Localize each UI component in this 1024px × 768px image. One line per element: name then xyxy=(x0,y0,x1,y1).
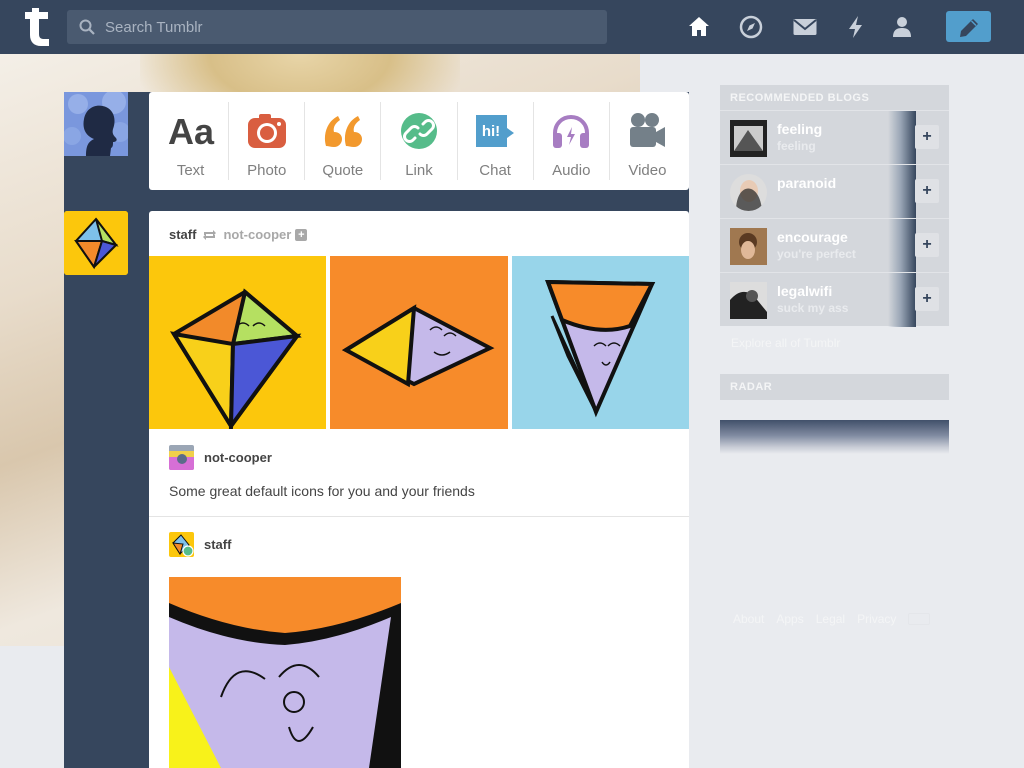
fade-overlay xyxy=(888,273,916,327)
tumblr-logo[interactable] xyxy=(16,6,52,48)
fade-overlay xyxy=(888,111,916,165)
dashboard-post: staff not-cooper + not-cooper Some great… xyxy=(149,211,689,768)
post-type-link[interactable]: Link xyxy=(381,102,458,180)
top-navigation-bar xyxy=(0,0,1024,54)
post-type-label: Audio xyxy=(552,162,591,179)
explore-icon[interactable] xyxy=(738,14,764,40)
photoset-image[interactable] xyxy=(512,256,689,429)
recommended-blogs-heading: RECOMMENDED BLOGS xyxy=(720,85,949,111)
blog-name: feeling xyxy=(777,121,823,137)
staff-avatar[interactable] xyxy=(64,211,128,275)
blog-name: legalwifi xyxy=(777,283,833,299)
follow-blog-button[interactable]: + xyxy=(915,233,939,257)
blog-avatar xyxy=(730,282,767,319)
quote-icon xyxy=(318,106,368,156)
post-caption: Some great default icons for you and you… xyxy=(169,483,475,499)
svg-text:Aa: Aa xyxy=(168,111,215,151)
headphones-icon xyxy=(546,106,596,156)
photoset-image[interactable] xyxy=(149,256,326,429)
reblog-icon xyxy=(203,229,217,240)
post-type-chat[interactable]: hi! Chat xyxy=(458,102,534,180)
reblogger-name[interactable]: not-cooper xyxy=(204,450,272,465)
footer-link-about[interactable]: About xyxy=(733,612,764,626)
footer-links: About Apps Legal Privacy xyxy=(733,612,931,626)
recommended-blog[interactable]: legalwifi suck my ass + xyxy=(720,272,949,327)
chat-icon: hi! xyxy=(470,106,520,156)
fade-overlay xyxy=(888,219,916,273)
search-input[interactable] xyxy=(105,10,595,44)
explore-all-link[interactable]: Explore all of Tumblr xyxy=(731,336,840,350)
reblog-trail-item: not-cooper xyxy=(169,445,272,470)
blog-avatar xyxy=(730,228,767,265)
blog-title: feeling xyxy=(777,139,816,153)
photoset xyxy=(149,256,689,429)
post-type-label: Video xyxy=(628,162,667,179)
keyboard-shortcuts-icon[interactable] xyxy=(908,613,931,625)
messages-icon[interactable] xyxy=(792,14,818,40)
text-icon: Aa xyxy=(166,106,216,156)
divider xyxy=(149,516,689,517)
home-icon[interactable] xyxy=(686,14,712,40)
post-type-text[interactable]: Aa Text xyxy=(153,102,230,180)
blog-title: suck my ass xyxy=(777,301,849,315)
recommended-blogs-list: feeling feeling + paranoid + encourage y… xyxy=(720,110,949,327)
blog-title: you're perfect xyxy=(777,247,856,261)
post-type-label: Text xyxy=(176,162,205,179)
photoset-image[interactable] xyxy=(330,256,508,429)
recommended-blog[interactable]: encourage you're perfect + xyxy=(720,218,949,273)
follow-blog-button[interactable]: + xyxy=(915,179,939,203)
post-image[interactable] xyxy=(169,577,401,768)
follow-blog-button[interactable]: + xyxy=(915,125,939,149)
follow-plus-icon[interactable]: + xyxy=(295,228,308,241)
camera-icon xyxy=(242,106,292,156)
post-type-label: Chat xyxy=(479,162,511,179)
blog-name: paranoid xyxy=(777,175,837,191)
footer-link-apps[interactable]: Apps xyxy=(776,612,803,626)
post-type-quote[interactable]: Quote xyxy=(305,102,382,180)
post-type-label: Link xyxy=(405,162,433,179)
search-box[interactable] xyxy=(67,10,607,44)
post-type-audio[interactable]: Audio xyxy=(534,102,610,180)
post-type-video[interactable]: Video xyxy=(610,102,685,180)
reblogger-avatar[interactable] xyxy=(169,445,194,470)
recommended-blog[interactable]: paranoid + xyxy=(720,164,949,219)
footer-link-privacy[interactable]: Privacy xyxy=(857,612,896,626)
compose-button[interactable] xyxy=(946,11,991,42)
account-icon[interactable] xyxy=(889,14,915,40)
recommended-blog[interactable]: feeling feeling + xyxy=(720,110,949,165)
radar-heading: RADAR xyxy=(720,374,949,400)
follow-blog-button[interactable]: + xyxy=(915,287,939,311)
link-icon xyxy=(394,106,444,156)
radar-image[interactable] xyxy=(720,420,949,454)
user-avatar[interactable] xyxy=(64,92,128,156)
search-icon xyxy=(79,19,95,35)
pencil-icon xyxy=(960,19,978,37)
svg-text:hi!: hi! xyxy=(482,123,500,140)
video-camera-icon xyxy=(622,106,672,156)
fade-overlay xyxy=(888,165,916,219)
reblog-source-link[interactable]: not-cooper xyxy=(223,227,291,242)
post-header: staff not-cooper + xyxy=(169,227,308,242)
staff-mini-avatar[interactable] xyxy=(169,532,194,557)
post-type-label: Photo xyxy=(247,162,287,179)
activity-icon[interactable] xyxy=(843,14,869,40)
reblog-trail-item: staff xyxy=(169,532,231,557)
footer-link-legal[interactable]: Legal xyxy=(816,612,845,626)
post-type-label: Quote xyxy=(322,162,364,179)
blog-avatar xyxy=(730,174,767,211)
blog-avatar xyxy=(730,120,767,157)
post-type-selector: Aa Text Photo Quote Link hi! Chat Audio … xyxy=(149,92,689,190)
blog-name: encourage xyxy=(777,229,848,245)
post-author-link[interactable]: staff xyxy=(169,227,196,242)
post-type-photo[interactable]: Photo xyxy=(229,102,306,180)
staff-name[interactable]: staff xyxy=(204,537,231,552)
